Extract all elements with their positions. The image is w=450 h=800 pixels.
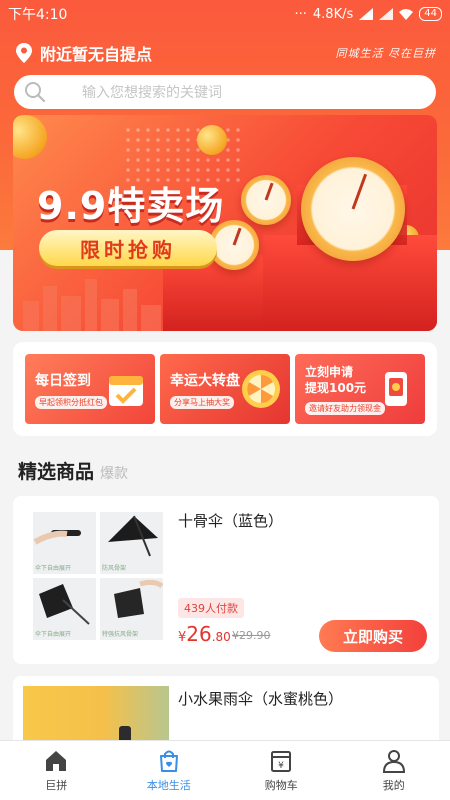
- product-image-cell: 防风骨架: [100, 512, 163, 574]
- promo-card-checkin[interactable]: 每日签到 早起领积分抵红包: [25, 354, 155, 424]
- original-price: ¥29.90: [232, 629, 271, 642]
- battery-icon: 44: [419, 7, 442, 21]
- status-time: 下午4:10: [8, 7, 68, 23]
- promo-subtitle: 分享马上抽大奖: [170, 396, 234, 409]
- product-image-cell: 特强抗风骨架: [100, 578, 164, 640]
- cart-icon: ¥: [271, 751, 292, 772]
- section-title: 精选商品: [18, 461, 95, 483]
- location-row[interactable]: 附近暂无自提点 同城生活 尽在巨拼: [16, 40, 442, 66]
- promo-title-line: 立刻申请: [305, 365, 354, 379]
- promo-title-line: 提现100元: [305, 381, 367, 395]
- price-decimal: .80: [211, 630, 231, 644]
- product-image-cell: 伞下自由展开: [33, 578, 96, 640]
- coin-decoration: [13, 115, 47, 159]
- nav-label: 购物车: [264, 779, 298, 792]
- home-icon: [46, 751, 67, 771]
- network-speed: 4.8K/s: [312, 6, 354, 22]
- search-bar[interactable]: 输入您想搜索的关键词: [14, 75, 436, 109]
- nav-label: 本地生活: [146, 779, 191, 792]
- calendar-icon: [109, 376, 143, 406]
- product-card[interactable]: 小水果雨伞（水蜜桃色）: [13, 676, 439, 746]
- user-icon: [382, 750, 405, 773]
- product-title[interactable]: 小水果雨伞（水蜜桃色）: [178, 688, 343, 709]
- image-caption: 特强抗风骨架: [102, 631, 139, 638]
- lucky-wheel-icon: [242, 370, 280, 408]
- status-indicators: ··· 4.8K/s 44: [294, 6, 442, 22]
- wifi-icon: [399, 9, 414, 20]
- image-caption: 防风骨架: [102, 565, 127, 572]
- signal-icon: [359, 8, 374, 20]
- section-subtitle: 爆款: [100, 466, 129, 482]
- nav-label: 我的: [382, 779, 405, 792]
- svg-text:¥: ¥: [278, 761, 284, 771]
- promo-subtitle: 早起领积分抵红包: [35, 396, 107, 409]
- promo-title: 幸运大转盘: [170, 373, 240, 389]
- nav-item-profile[interactable]: 我的: [338, 741, 450, 800]
- nav-item-local-life[interactable]: 本地生活: [113, 741, 226, 800]
- location-pin-icon: [16, 43, 32, 63]
- promo-card-wheel[interactable]: 幸运大转盘 分享马上抽大奖: [160, 354, 290, 424]
- coin-decoration: [197, 125, 227, 155]
- nav-label: 巨拼: [45, 779, 68, 792]
- buy-now-button[interactable]: 立即购买: [319, 620, 427, 652]
- umbrella-image: [39, 584, 90, 625]
- status-bar: 下午4:10 ··· 4.8K/s 44: [0, 0, 450, 28]
- umbrella-image: [114, 579, 164, 618]
- product-title[interactable]: 十骨伞（蓝色）: [178, 510, 283, 531]
- product-image-cell: 伞下自由展开: [33, 512, 96, 574]
- umbrella-image: [33, 530, 81, 545]
- product-card[interactable]: 伞下自由展开 防风骨架 伞下自由展开 特强抗风骨架 十骨伞（蓝色） 439人付款: [13, 496, 439, 664]
- product-image: 伞下自由展开 防风骨架 伞下自由展开 特强抗风骨架: [33, 512, 164, 640]
- location-label: 附近暂无自提点: [40, 45, 153, 64]
- promo-title: 每日签到: [35, 373, 91, 389]
- product-price: ¥ 26 .80: [178, 622, 231, 646]
- sold-count-badge: 439人付款: [178, 598, 244, 618]
- search-icon: [25, 82, 46, 103]
- clock-decoration: [241, 175, 291, 225]
- banner-title: 9.9特卖场: [37, 184, 225, 228]
- nav-item-home[interactable]: 巨拼: [0, 741, 113, 800]
- image-caption: 伞下自由展开: [35, 631, 72, 638]
- brand-slogan: 同城生活 尽在巨拼: [335, 47, 436, 60]
- promo-subtitle: 邀请好友助力领现金: [305, 402, 385, 415]
- price-integer: 26: [186, 622, 212, 646]
- promo-title: 立刻申请 提现100元: [305, 364, 366, 396]
- image-caption: 伞下自由展开: [35, 565, 72, 572]
- umbrella-image: [108, 515, 158, 557]
- banner-tag: 限时抢购: [39, 230, 217, 266]
- nav-item-cart[interactable]: ¥ 购物车: [225, 741, 338, 800]
- phone-red-packet-icon: [385, 372, 407, 406]
- clock-decoration: [301, 157, 405, 261]
- promo-banner[interactable]: 9.9特卖场 限时抢购: [13, 115, 437, 331]
- price-symbol: ¥: [178, 630, 187, 645]
- product-image: [23, 686, 169, 746]
- promo-card-withdraw[interactable]: 立刻申请 提现100元 邀请好友助力领现金: [295, 354, 425, 424]
- shopping-bag-icon: [159, 750, 178, 772]
- section-header: 精选商品 爆款: [18, 457, 128, 484]
- promo-cards: 每日签到 早起领积分抵红包 幸运大转盘 分享马上抽大奖 立刻申请 提现100元 …: [13, 342, 437, 436]
- dots-icon: ···: [294, 6, 307, 22]
- search-input[interactable]: 输入您想搜索的关键词: [82, 82, 222, 102]
- bottom-nav: 巨拼 本地生活 ¥ 购物车 我的: [0, 740, 450, 800]
- signal-icon: [379, 8, 394, 20]
